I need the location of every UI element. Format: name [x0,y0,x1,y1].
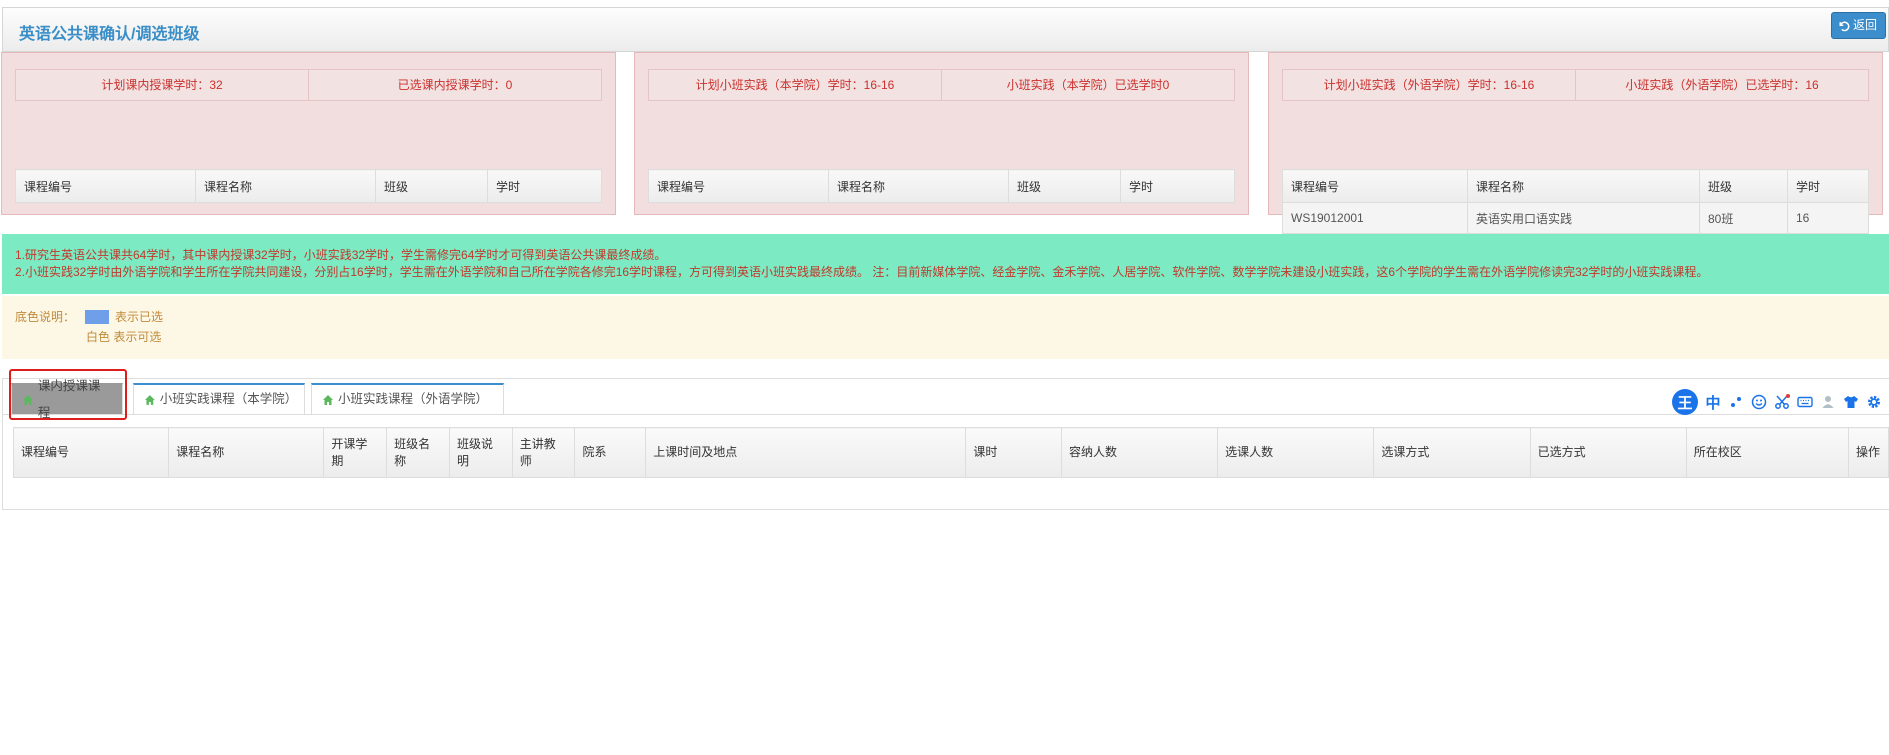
back-label: 返回 [1852,18,1877,32]
planned-hours: 计划小班实践（本学院）学时：16-16 [695,78,895,92]
legend-title: 底色说明： [15,310,76,324]
page-header: 英语公共课确认/调选班级 返回 [2,7,1889,52]
course-table: 课程编号 课程名称 开课学期 班级名称 班级说明 主讲教师 院系 上课时间及地点… [12,427,1889,478]
user-icon[interactable] [1820,394,1836,410]
cell-hours: 16 [1787,202,1869,234]
skin-shirt-icon[interactable] [1843,394,1859,410]
planned-hours: 计划小班实践（外语学院）学时：16-16 [1323,78,1535,92]
panel-summary: 计划课内授课学时：32 已选课内授课学时：0 [15,69,602,101]
tab-label: 小班实践课程（外语学院） [338,392,489,406]
emoji-icon[interactable] [1751,394,1767,410]
col-class-name: 班级名称 [386,427,450,478]
col-class-hours: 课时 [965,427,1062,478]
keyboard-icon[interactable] [1797,394,1813,410]
scissors-icon[interactable] [1774,394,1790,410]
ime-logo-icon[interactable]: 王 [1672,389,1698,415]
back-button[interactable]: 返回 [1830,12,1886,39]
cell-course-code: WS19012001 [1282,202,1468,234]
panel-practice-own: 计划小班实践（本学院）学时：16-16 小班实践（本学院）已选学时0 课程编号 … [634,52,1249,215]
selected-color-swatch [85,309,110,324]
selection-highlight [9,369,127,420]
col-campus: 所在校区 [1685,427,1849,478]
col-class-desc: 班级说明 [448,427,513,478]
col-course-code: 课程编号 [1282,169,1468,203]
col-hours: 学时 [1787,169,1869,203]
panel-table: 课程编号 课程名称 班级 学时 [648,169,1235,203]
col-course-name: 课程名称 [168,427,325,478]
notice-box: 1.研究生英语公共课共64学时，其中课内授课32学时，小班实践32学时，学生需修… [2,234,1889,294]
tab-bar: 课内授课课程 小班实践课程（本学院） 小班实践课程（外语学院） [3,379,1889,420]
col-course-code: 课程编号 [15,169,196,203]
col-department: 院系 [574,427,647,478]
legend-selected-text: 表示已选 [115,310,164,324]
col-course-name: 课程名称 [1467,169,1700,203]
col-course-name: 课程名称 [828,169,1009,203]
home-icon [144,394,155,405]
planned-hours: 计划课内授课学时：32 [101,78,223,92]
col-hours: 学时 [487,169,602,203]
tab-label: 小班实践课程（本学院） [159,392,298,406]
col-class: 班级 [1699,169,1788,203]
col-enrolled: 选课人数 [1217,427,1375,478]
col-class: 班级 [375,169,488,203]
undo-icon [1839,21,1850,31]
col-class: 班级 [1008,169,1121,203]
col-course-code: 课程编号 [12,427,170,478]
col-schedule: 上课时间及地点 [645,427,967,478]
legend-white-text: 白色 表示可选 [86,330,162,344]
col-selected-method: 已选方式 [1529,427,1687,478]
panel-table: 课程编号 课程名称 班级 学时 [15,169,602,203]
col-course-code: 课程编号 [648,169,829,203]
page-title: 英语公共课确认/调选班级 [19,26,200,43]
panel-practice-foreign: 计划小班实践（外语学院）学时：16-16 小班实践（外语学院）已选学时：16 课… [1268,52,1883,234]
col-teacher: 主讲教师 [511,427,576,478]
panel-in-class: 计划课内授课学时：32 已选课内授课学时：0 课程编号 课程名称 班级 学时 [1,52,616,215]
selected-hours: 已选课内授课学时：0 [308,70,601,100]
color-legend: 底色说明： 表示已选 白色 表示可选 [2,296,1889,359]
notice-line-1: 1.研究生英语公共课共64学时，其中课内授课32学时，小班实践32学时，学生需修… [15,248,667,262]
table-row[interactable]: WS19012001 英语实用口语实践 80班 16 [1282,202,1869,234]
panel-summary: 计划小班实践（外语学院）学时：16-16 小班实践（外语学院）已选学时：16 [1282,69,1869,101]
col-hours: 学时 [1120,169,1235,203]
col-select-method: 选课方式 [1373,427,1531,478]
settings-gear-icon[interactable] [1866,394,1882,410]
tab-practice-foreign[interactable]: 小班实践课程（外语学院） [311,383,504,414]
selected-hours: 小班实践（外语学院）已选学时：16 [1575,70,1868,100]
ime-toolbar: 王 中 [1672,387,1882,417]
panel-table: 课程编号 课程名称 班级 学时 WS19012001 英语实用口语实践 80班 … [1282,169,1869,234]
col-action: 操作 [1847,427,1889,478]
home-icon [323,394,333,405]
punctuation-icon[interactable] [1728,394,1744,410]
col-semester: 开课学期 [323,427,388,478]
cell-class: 80班 [1699,202,1788,234]
cell-course-name: 英语实用口语实践 [1467,202,1700,234]
col-capacity: 容纳人数 [1060,427,1219,478]
panel-summary: 计划小班实践（本学院）学时：16-16 小班实践（本学院）已选学时0 [648,69,1235,101]
col-course-name: 课程名称 [195,169,376,203]
tab-practice-own[interactable]: 小班实践课程（本学院） [133,383,305,414]
ime-lang-toggle[interactable]: 中 [1705,394,1721,412]
notice-line-2: 2.小班实践32学时由外语学院和学生所在学院共同建设，分别占16学时，学生需在外… [15,265,1709,279]
selected-hours: 小班实践（本学院）已选学时0 [941,70,1234,100]
table-header-row: 课程编号 课程名称 开课学期 班级名称 班级说明 主讲教师 院系 上课时间及地点… [12,427,1889,478]
